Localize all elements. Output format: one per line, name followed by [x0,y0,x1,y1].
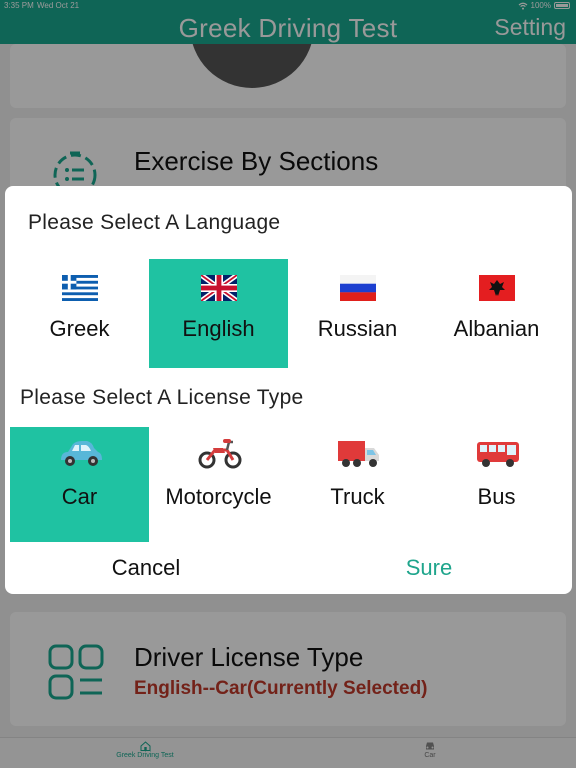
language-label: Russian [317,316,398,341]
language-label: Greek [49,316,110,341]
albania-flag-icon [479,275,515,301]
license-label: Truck [330,484,385,509]
motorcycle-icon [198,439,242,469]
russia-flag-icon [340,275,376,301]
language-option-russian[interactable]: Russian [288,259,427,368]
license-label: Bus [477,484,516,509]
language-section-title: Please Select A Language [28,211,281,234]
truck-icon [338,441,379,467]
license-option-bus[interactable]: Bus [427,427,566,542]
language-option-albanian[interactable]: Albanian [427,259,566,368]
greece-flag-icon [62,275,98,301]
license-option-car[interactable]: Car [10,427,149,542]
license-label: Motorcycle [165,484,272,509]
license-option-motorcycle[interactable]: Motorcycle [149,427,288,542]
uk-flag-icon [201,275,237,301]
license-label: Car [61,484,98,509]
language-option-greek[interactable]: Greek [10,259,149,368]
cancel-button[interactable]: Cancel [69,555,223,581]
license-option-truck[interactable]: Truck [288,427,427,542]
language-option-english[interactable]: English [149,259,288,368]
bus-icon [477,442,519,467]
sure-button[interactable]: Sure [352,555,506,581]
language-license-dialog: Please Select A Language Greek English R… [5,186,572,594]
language-label: Albanian [453,316,540,341]
license-section-title: Please Select A License Type [20,386,304,409]
car-icon [61,441,102,466]
language-label: English [182,316,255,341]
